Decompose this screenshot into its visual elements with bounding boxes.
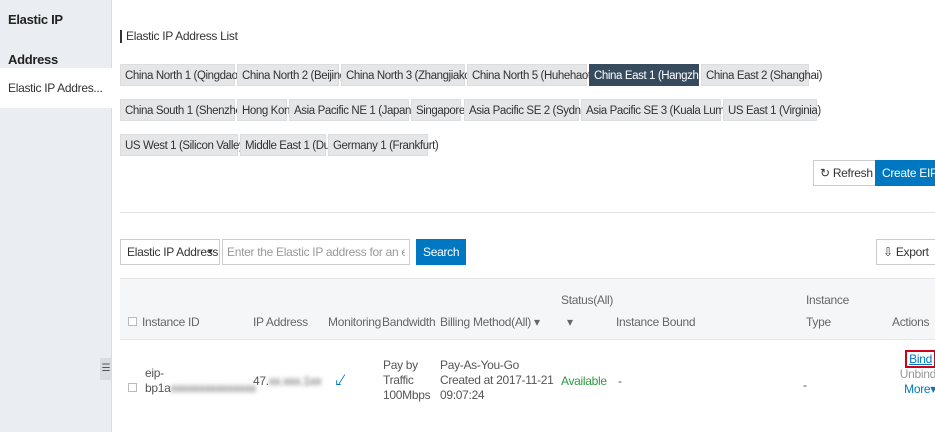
instance-id[interactable]: eip- bp1axxxxxxxxxxxxxxx <box>145 366 256 396</box>
region-tab[interactable]: Middle East 1 (Dubai) <box>240 134 348 156</box>
region-tab[interactable]: China North 5 (Huhehaote) <box>467 64 600 86</box>
region-tab[interactable]: China South 1 (Shenzhen) <box>120 99 251 121</box>
instance-bound: - <box>618 374 622 388</box>
sidebar-collapse-icon[interactable]: ☰ <box>100 358 112 380</box>
header-bandwidth: Bandwidth <box>382 315 436 329</box>
region-tab[interactable]: China North 1 (Qingdao) <box>120 64 241 86</box>
export-icon: ⇩ <box>883 245 893 259</box>
more-link[interactable]: More▾ <box>886 382 935 397</box>
region-tab[interactable]: China East 2 (Shanghai) <box>701 64 823 86</box>
header-instance-type-2: Type <box>806 315 831 329</box>
header-actions: Actions <box>892 315 930 329</box>
caret-down-icon: ▼ <box>206 247 214 256</box>
header-monitoring: Monitoring <box>328 315 382 329</box>
breadcrumb: Elastic IP Address List <box>120 30 238 43</box>
bind-link[interactable]: Bind <box>905 350 935 368</box>
actions: Bind Unbind More▾ <box>886 350 935 397</box>
region-tab[interactable]: China North 3 (Zhangjiakou) <box>341 64 480 86</box>
sidebar: Elastic IP Address Elastic IP Addres... <box>0 0 112 432</box>
status-badge: Available <box>561 374 607 388</box>
region-tab[interactable]: Singapore <box>411 99 465 121</box>
bandwidth: Pay by Traffic 100Mbps <box>383 358 431 402</box>
instance-type: - <box>803 378 807 392</box>
region-tab[interactable]: China North 2 (Beijing) <box>237 64 350 86</box>
region-tab[interactable]: Asia Pacific SE 2 (Sydney) <box>464 99 596 121</box>
select-all-checkbox[interactable] <box>128 317 137 326</box>
billing-method: Pay-As-You-Go Created at 2017-11-21 09:0… <box>440 358 554 402</box>
header-instance-type: Instance <box>806 293 849 307</box>
header-billing-method[interactable]: Billing Method(All) ▾ <box>440 315 540 330</box>
region-tab[interactable]: Asia Pacific NE 1 (Japan) <box>289 99 415 121</box>
main-content: Elastic IP Address List China North 1 (Q… <box>112 0 935 432</box>
sidebar-title: Elastic IP Address <box>8 12 63 67</box>
monitoring-chart-icon[interactable]: ⌞⁄ <box>335 372 344 387</box>
filter-select[interactable]: Elastic IP Address ▼ <box>120 239 220 265</box>
region-tab[interactable]: Hong Kong <box>237 99 296 121</box>
row-checkbox[interactable] <box>128 383 137 392</box>
header-instance-bound: Instance Bound <box>616 315 696 329</box>
region-tab[interactable]: Germany 1 (Frankfurt) <box>328 134 439 156</box>
search-button[interactable]: Search <box>416 239 467 265</box>
refresh-button[interactable]: ↻ Refresh <box>813 160 880 186</box>
unbind-link: Unbind <box>899 367 935 381</box>
header-instance-id: Instance ID <box>142 315 200 329</box>
region-tab[interactable]: Asia Pacific SE 3 (Kuala Lumpur) <box>581 99 744 121</box>
divider <box>120 212 935 213</box>
region-tab[interactable]: US East 1 (Virginia) <box>723 99 821 121</box>
ip-address: 47.xx.xxx.1xx <box>253 374 322 388</box>
refresh-icon: ↻ <box>820 166 830 180</box>
header-status[interactable]: Status(All) <box>561 293 613 308</box>
export-button[interactable]: ⇩ Export <box>876 239 935 265</box>
table-row: eip- bp1axxxxxxxxxxxxxxx 47.xx.xxx.1xx ⌞… <box>120 340 935 432</box>
redacted-id: xxxxxxxxxxxxxxx <box>170 381 257 395</box>
search-input[interactable] <box>222 239 410 265</box>
region-tab[interactable]: China East 1 (Hangzhou) <box>589 64 714 86</box>
sidebar-item-eip[interactable]: Elastic IP Addres... <box>0 68 112 108</box>
create-eip-button[interactable]: Create EIP <box>875 160 935 186</box>
table-header: Instance ID IP Address Monitoring Bandwi… <box>120 278 935 340</box>
header-status-caret[interactable]: ▾ <box>567 315 573 330</box>
header-ip-address: IP Address <box>253 315 308 329</box>
redacted-ip: xx.xxx.1xx <box>268 374 322 388</box>
region-tab[interactable]: US West 1 (Silicon Valley) <box>120 134 248 156</box>
